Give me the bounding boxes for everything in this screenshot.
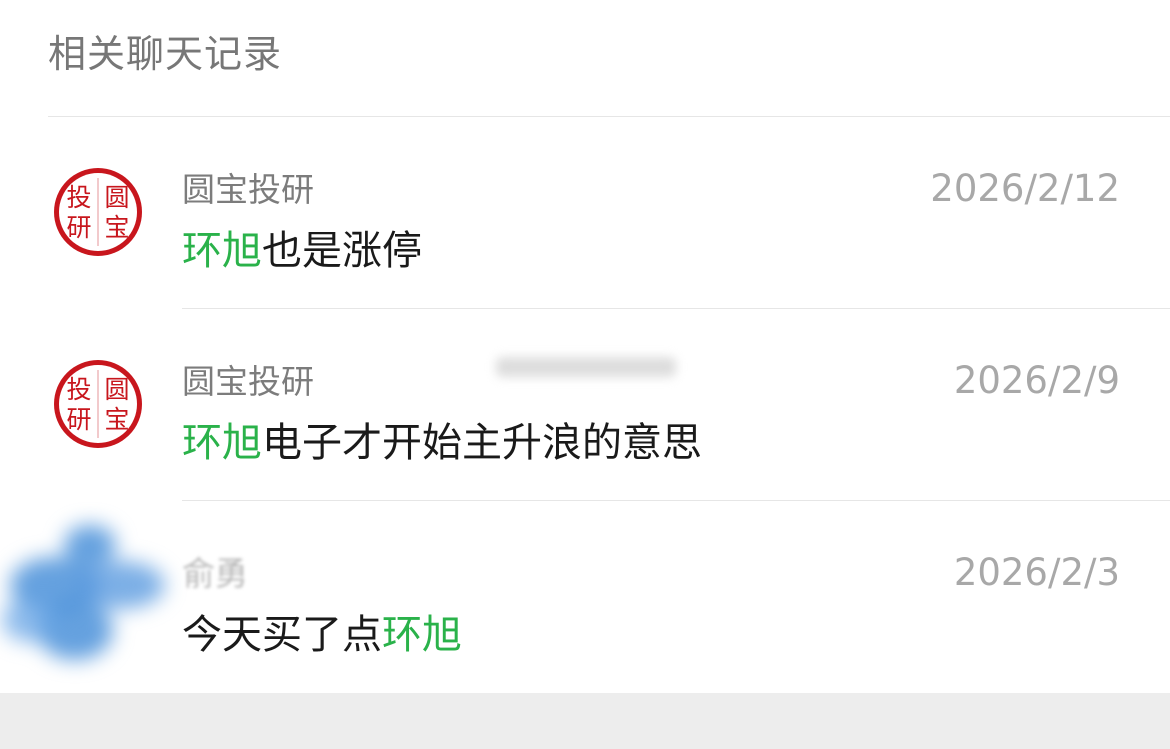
sender-name: 圆宝投研 <box>182 362 314 401</box>
keyword-highlight: 环旭 <box>182 420 262 466</box>
svg-text:投: 投 <box>66 183 91 212</box>
footer-area <box>0 693 1170 749</box>
sender-name: 圆宝投研 <box>182 170 314 209</box>
redacted-text-blur <box>496 357 676 377</box>
message-text: 也是涨停 <box>262 228 422 274</box>
message-text: 今天买了点 <box>182 612 382 658</box>
message-snippet: 今天买了点环旭 <box>182 609 462 661</box>
chat-result-item[interactable]: 投 圆 研 宝 圆宝投研 2026/2/9 环旭电子才开始主升浪的意思 <box>0 309 1170 501</box>
message-snippet: 环旭也是涨停 <box>182 225 422 277</box>
message-date: 2026/2/12 <box>930 167 1120 210</box>
message-date: 2026/2/9 <box>953 359 1120 402</box>
sender-name: 俞勇 <box>182 554 248 593</box>
section-header: 相关聊天记录 <box>48 32 283 76</box>
chat-result-item[interactable]: 投 圆 研 宝 圆宝投研 2026/2/12 环旭也是涨停 <box>0 117 1170 309</box>
message-date: 2026/2/3 <box>953 551 1120 594</box>
svg-text:投: 投 <box>66 375 91 404</box>
svg-text:圆: 圆 <box>104 183 129 212</box>
svg-text:研: 研 <box>66 213 91 242</box>
blurred-avatar-icon <box>2 525 165 660</box>
chat-result-item[interactable]: 俞勇 2026/2/3 今天买了点环旭 <box>0 501 1170 693</box>
svg-text:宝: 宝 <box>104 405 129 434</box>
keyword-highlight: 环旭 <box>182 228 262 274</box>
red-seal-avatar-icon: 投 圆 研 宝 <box>54 360 142 448</box>
keyword-highlight: 环旭 <box>382 612 462 658</box>
svg-text:圆: 圆 <box>104 375 129 404</box>
red-seal-avatar-icon: 投 圆 研 宝 <box>54 168 142 256</box>
svg-text:宝: 宝 <box>104 213 129 242</box>
svg-text:研: 研 <box>66 405 91 434</box>
message-text: 电子才开始主升浪的意思 <box>262 420 702 466</box>
message-snippet: 环旭电子才开始主升浪的意思 <box>182 417 702 469</box>
